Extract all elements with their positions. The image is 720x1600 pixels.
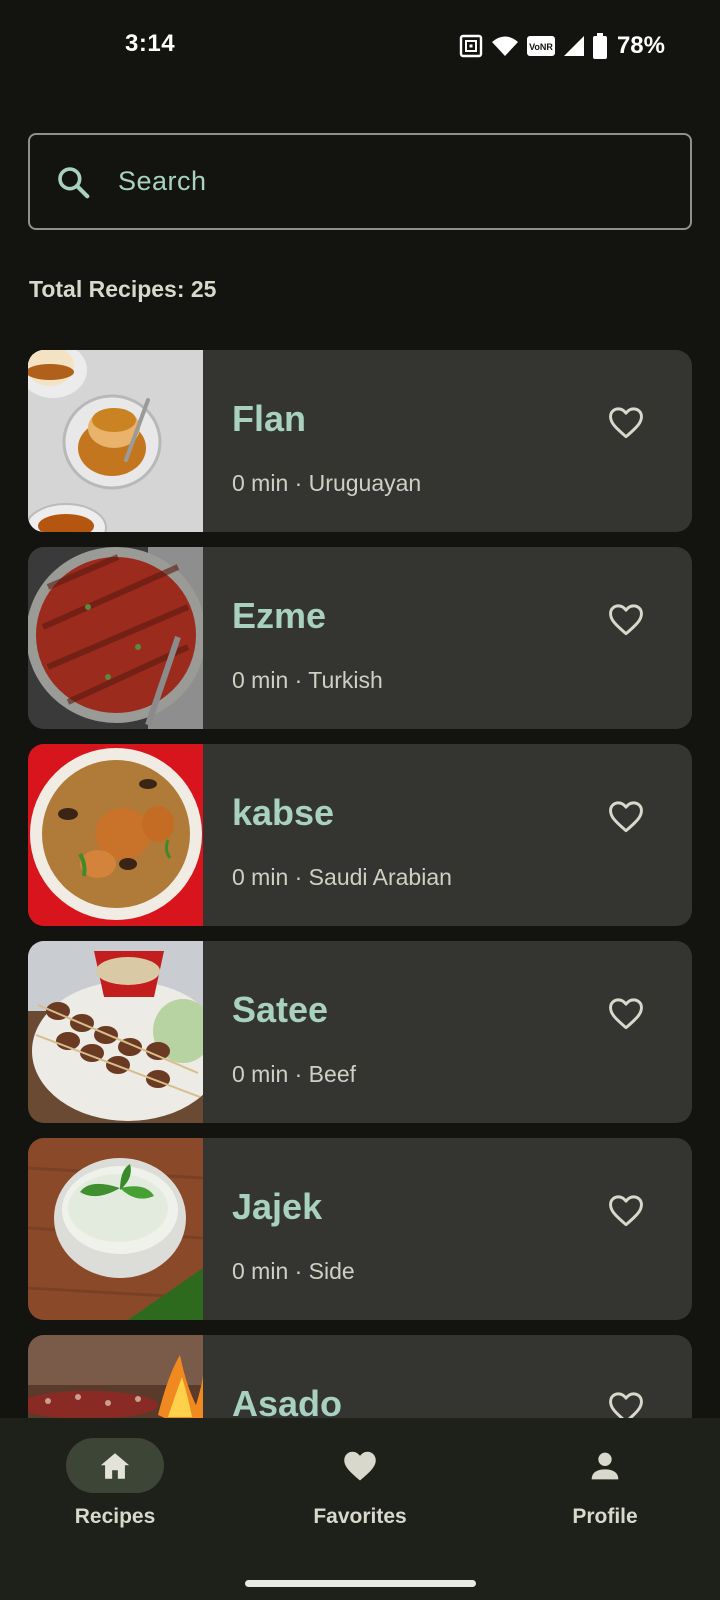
battery-percent: 78% bbox=[616, 32, 665, 59]
nav-item-favorites[interactable]: Favorites bbox=[260, 1438, 460, 1548]
recipe-thumbnail bbox=[28, 547, 203, 729]
favorite-button[interactable] bbox=[604, 597, 648, 641]
search-placeholder: Search bbox=[118, 166, 207, 196]
recipe-name: Ezme bbox=[232, 595, 327, 636]
bottom-navigation: Recipes Favorites Profile bbox=[0, 1418, 720, 1600]
recipe-card-jajek[interactable]: Jajek 0 min · Side bbox=[28, 1138, 692, 1320]
home-icon bbox=[100, 1452, 130, 1479]
search-icon bbox=[54, 163, 92, 201]
recipe-name: Satee bbox=[232, 989, 329, 1030]
recipe-name: kabse bbox=[232, 792, 335, 833]
favorite-button[interactable] bbox=[604, 991, 648, 1035]
recipe-name: Jajek bbox=[232, 1186, 323, 1227]
recipe-meta: 0 min · Turkish bbox=[232, 667, 383, 693]
person-icon bbox=[591, 1452, 619, 1479]
favorite-button[interactable] bbox=[604, 1188, 648, 1232]
heart-outline-icon bbox=[609, 1392, 643, 1418]
recipe-thumbnail bbox=[28, 941, 203, 1123]
recipe-thumbnail bbox=[28, 350, 203, 532]
heart-icon bbox=[344, 1451, 376, 1481]
recipe-card-ezme[interactable]: Ezme 0 min · Turkish bbox=[28, 547, 692, 729]
gesture-home-indicator[interactable] bbox=[245, 1580, 476, 1587]
nav-active-indicator bbox=[66, 1438, 164, 1493]
recipe-meta: 0 min · Side bbox=[232, 1258, 355, 1284]
nfc-icon bbox=[459, 34, 483, 58]
heart-outline-icon bbox=[609, 604, 643, 636]
favorite-button[interactable] bbox=[604, 400, 648, 444]
recipe-card-satee[interactable]: Satee 0 min · Beef bbox=[28, 941, 692, 1123]
nav-label: Profile bbox=[572, 1505, 638, 1528]
recipe-meta: 0 min · Uruguayan bbox=[232, 470, 422, 496]
recipe-thumbnail bbox=[28, 744, 203, 926]
nav-label: Recipes bbox=[74, 1505, 156, 1528]
vonr-icon: VoNR bbox=[526, 34, 555, 58]
heart-outline-icon bbox=[609, 1195, 643, 1227]
signal-icon bbox=[563, 34, 585, 58]
battery-icon bbox=[592, 33, 607, 59]
search-input[interactable]: Search bbox=[28, 133, 692, 230]
vonr-badge-text: VoNR bbox=[529, 42, 553, 52]
recipe-list[interactable]: Flan 0 min · Uruguayan Ezme 0 min · Turk… bbox=[0, 350, 720, 1418]
nav-label: Favorites bbox=[313, 1505, 407, 1528]
recipe-card-flan[interactable]: Flan 0 min · Uruguayan bbox=[28, 350, 692, 532]
nav-indicator bbox=[311, 1438, 409, 1493]
favorite-button[interactable] bbox=[604, 794, 648, 838]
heart-outline-icon bbox=[609, 801, 643, 833]
status-time: 3:14 bbox=[125, 30, 176, 57]
nav-item-recipes[interactable]: Recipes bbox=[15, 1438, 215, 1548]
heart-outline-icon bbox=[609, 407, 643, 439]
recipe-card-asado[interactable]: Asado bbox=[28, 1335, 692, 1418]
wifi-icon bbox=[491, 34, 519, 58]
heart-outline-icon bbox=[609, 998, 643, 1030]
recipe-name: Flan bbox=[232, 398, 307, 439]
recipe-thumbnail bbox=[28, 1138, 203, 1320]
favorite-button[interactable] bbox=[604, 1385, 648, 1418]
nav-indicator bbox=[556, 1438, 654, 1493]
status-bar: 3:14 VoNR 78% bbox=[0, 0, 720, 90]
recipe-name: Asado bbox=[232, 1383, 343, 1418]
status-icons: VoNR 78% bbox=[459, 30, 665, 62]
total-recipes-count: Total Recipes: 25 bbox=[29, 276, 217, 302]
recipe-card-kabse[interactable]: kabse 0 min · Saudi Arabian bbox=[28, 744, 692, 926]
recipe-meta: 0 min · Beef bbox=[232, 1061, 356, 1087]
recipe-thumbnail bbox=[28, 1335, 203, 1418]
nav-item-profile[interactable]: Profile bbox=[505, 1438, 705, 1548]
recipe-meta: 0 min · Saudi Arabian bbox=[232, 864, 452, 890]
